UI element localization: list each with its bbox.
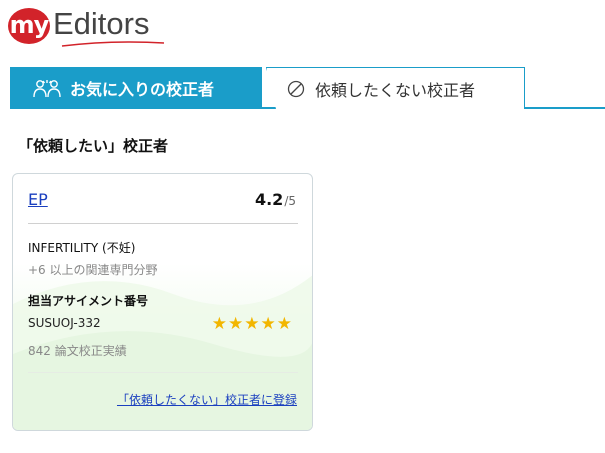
assignment-label: 担当アサイメント番号 [28, 294, 149, 308]
block-icon [287, 80, 305, 97]
specialty-field: INFERTILITY (不妊) [28, 241, 136, 255]
assignment-number: SUSUOJ-332 [28, 316, 101, 330]
star-rating: ★★★★★ [211, 314, 293, 334]
tab-blocked-editors[interactable]: 依頼したくない校正者 [266, 67, 525, 109]
rating-max: /5 [284, 194, 296, 208]
card-divider [28, 223, 298, 224]
tab-blocked-label: 依頼したくない校正者 [315, 80, 476, 100]
papers-edited-count: 842 論文校正実績 [28, 344, 127, 358]
editor-name-link[interactable]: EP [28, 190, 48, 209]
logo-text: Editors [53, 6, 150, 41]
logo-badge: my [8, 8, 50, 44]
people-icon [33, 80, 61, 98]
tab-favorite-editors[interactable]: お気に入りの校正者 [10, 67, 262, 109]
card-footer-divider [28, 372, 298, 373]
editor-tabs: お気に入りの校正者 依頼したくない校正者 [10, 67, 605, 109]
editor-rating: 4.2/5 [255, 190, 296, 209]
related-fields-count: +6 以上の関連専門分野 [28, 263, 158, 277]
logo-swoosh-icon [61, 41, 165, 47]
tab-favorite-label: お気に入りの校正者 [70, 80, 215, 99]
register-blocked-link[interactable]: 「依頼したくない」校正者に登録 [117, 391, 297, 408]
editor-card: EP 4.2/5 INFERTILITY (不妊) +6 以上の関連専門分野 担… [12, 173, 313, 431]
rating-value: 4.2 [254, 190, 284, 209]
myeditors-logo[interactable]: my Editors [8, 6, 165, 47]
section-heading: 「依頼したい」校正者 [18, 137, 169, 155]
